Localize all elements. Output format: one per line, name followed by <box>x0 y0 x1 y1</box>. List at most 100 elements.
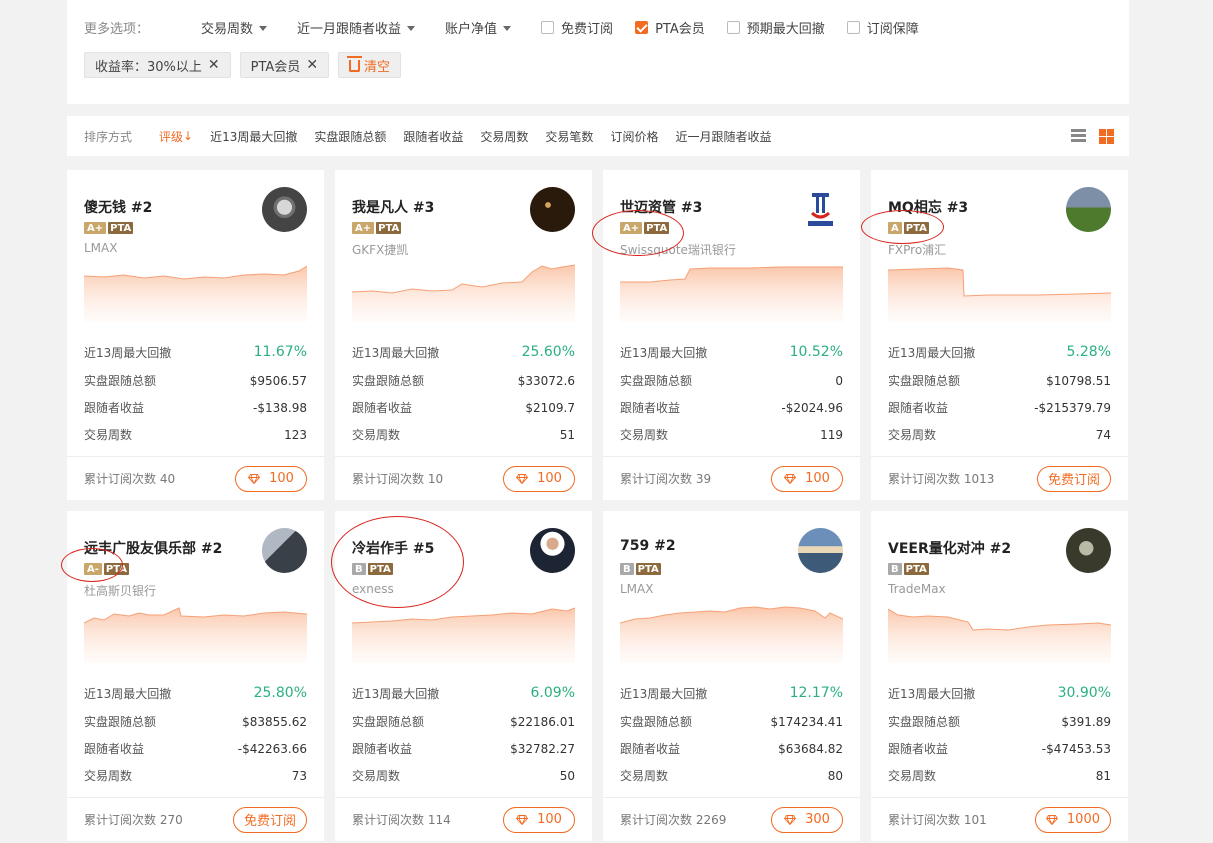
stat-value: $32782.27 <box>510 741 575 756</box>
checkbox-free-subscription[interactable]: 免费订阅 <box>541 18 613 37</box>
avatar[interactable] <box>798 187 843 232</box>
avatar[interactable] <box>262 187 307 232</box>
trader-name[interactable]: VEER量化对冲 #2 <box>888 538 1011 558</box>
avatar[interactable] <box>1066 528 1111 573</box>
strategy-card[interactable]: 傻无钱 #2 A+ PTA LMAX 近13周最大回撤 11.67% 实盘跟随总额… <box>67 170 324 500</box>
trader-name[interactable]: 远丰广股友俱乐部 #2 <box>84 538 222 558</box>
sort-price[interactable]: 订阅价格 <box>610 128 658 145</box>
stat-label: 跟随者收益 <box>620 742 681 756</box>
grid-view-icon[interactable] <box>1099 129 1114 144</box>
card-footer: 累计订阅次数 39 100 <box>603 456 860 500</box>
caret-down-icon <box>503 25 512 31</box>
checkbox-box-checked[interactable] <box>635 20 649 34</box>
stat-value: 6.09% <box>530 685 575 701</box>
sort-rating[interactable]: 评级 ↓ <box>159 128 193 145</box>
sort-month-profit[interactable]: 近一月跟随者收益 <box>675 128 771 145</box>
broker-name: TradeMax <box>888 582 946 596</box>
view-toggle <box>1071 129 1114 144</box>
subscribe-price-button[interactable]: 300 <box>771 806 843 833</box>
stat-value: 0 <box>835 373 843 388</box>
sort-drawdown[interactable]: 近13周最大回撤 <box>210 128 297 145</box>
strategy-card[interactable]: VEER量化对冲 #2 B PTA TradeMax 近13周最大回撤 30.90… <box>871 511 1128 841</box>
clear-filters-button[interactable]: 清空 <box>338 52 402 78</box>
trader-name[interactable]: MQ相忘 #3 <box>888 197 968 217</box>
strategy-card[interactable]: MQ相忘 #3 A PTA FXPro浦汇 近13周最大回撤 5.28% 实盘跟随… <box>871 170 1128 500</box>
diamond-icon <box>784 473 797 484</box>
dropdown-label: 近一月跟随者收益 <box>297 21 402 37</box>
sort-follower-profit[interactable]: 跟随者收益 <box>403 128 463 145</box>
pta-badge: PTA <box>635 563 661 575</box>
sort-label: 排序方式 <box>84 129 133 144</box>
stat-total-follow: 实盘跟随总额 $10798.51 <box>888 367 1111 394</box>
subscribe-price-button[interactable]: 100 <box>503 806 575 833</box>
dropdown-account-equity[interactable]: 账户净值 <box>445 18 512 37</box>
stat-value: 123 <box>284 427 307 442</box>
stat-label: 近13周最大回撤 <box>352 686 440 701</box>
price-label: 100 <box>537 812 562 827</box>
subscribe-price-button[interactable]: 100 <box>771 465 843 492</box>
checkbox-subscription-guarantee[interactable]: 订阅保障 <box>846 18 919 37</box>
stat-value: 5.28% <box>1066 344 1111 360</box>
subscribe-price-button[interactable]: 100 <box>235 465 307 492</box>
subs-value: 2269 <box>695 813 727 827</box>
strategy-card[interactable]: 远丰广股友俱乐部 #2 A- PTA 杜高斯贝银行 近13周最大回撤 25.80%… <box>67 511 324 841</box>
sort-trade-count[interactable]: 交易笔数 <box>545 128 593 145</box>
strategy-card[interactable]: 冷岩作手 #5 B PTA exness 近13周最大回撤 6.09% 实盘跟随总… <box>335 511 592 841</box>
strategy-card[interactable]: 世迈资管 #3 A+ PTA Swissquote瑞讯银行 近13周最大回撤 10… <box>603 170 860 500</box>
free-subscribe-button[interactable]: 免费订阅 <box>1036 465 1111 492</box>
subs-value: 40 <box>159 472 176 486</box>
equity-curve-area <box>888 609 1111 663</box>
stat-label: 实盘跟随总额 <box>352 374 425 388</box>
avatar[interactable] <box>530 187 575 232</box>
badges: B PTA <box>620 563 661 575</box>
stat-value: 74 <box>1095 427 1111 442</box>
subscribe-price-button[interactable]: 1000 <box>1034 806 1111 833</box>
sort-rating-label: 评级 <box>159 129 184 144</box>
subs-prefix: 累计订阅次数 <box>620 813 693 827</box>
checkbox-pta-member[interactable]: PTA会员 <box>635 18 705 37</box>
dropdown-month-follower-profit[interactable]: 近一月跟随者收益 <box>297 18 416 37</box>
close-icon[interactable]: ✕ <box>208 57 220 73</box>
sort-trade-weeks[interactable]: 交易周数 <box>480 128 528 145</box>
stat-value: 50 <box>559 768 575 783</box>
checkbox-box[interactable] <box>541 20 555 34</box>
subs-prefix: 累计订阅次数 <box>888 472 961 486</box>
trader-name[interactable]: 759 #2 <box>620 538 676 554</box>
avatar[interactable] <box>530 528 575 573</box>
subscription-count: 累计订阅次数 114 <box>352 811 451 828</box>
checkbox-expected-max-drawdown[interactable]: 预期最大回撤 <box>726 18 825 37</box>
strategy-card[interactable]: 759 #2 B PTA LMAX 近13周最大回撤 12.17% 实盘跟随总额 $… <box>603 511 860 841</box>
stat-value: 51 <box>559 427 575 442</box>
trader-name[interactable]: 冷岩作手 #5 <box>352 538 434 558</box>
stat-value: $2109.7 <box>525 400 575 415</box>
card-footer: 累计订阅次数 114 100 <box>335 797 592 841</box>
subscribe-price-button[interactable]: 100 <box>503 465 575 492</box>
stat-trade-weeks: 交易周数 123 <box>84 421 307 448</box>
strategy-card[interactable]: 我是凡人 #3 A+ PTA GKFX捷凯 近13周最大回撤 25.60% 实盘跟… <box>335 170 592 500</box>
stats: 近13周最大回撤 11.67% 实盘跟随总额 $9506.57 跟随者收益 -$138… <box>84 337 307 448</box>
card-footer: 累计订阅次数 270 免费订阅 <box>67 797 324 841</box>
stat-label: 近13周最大回撤 <box>352 345 440 360</box>
checkbox-box[interactable] <box>726 20 740 34</box>
pta-badge: PTA <box>903 222 929 234</box>
price-label: 免费订阅 <box>1047 473 1100 488</box>
free-subscribe-button[interactable]: 免费订阅 <box>232 806 307 833</box>
avatar[interactable] <box>1066 187 1111 232</box>
trader-name[interactable]: 我是凡人 #3 <box>352 197 434 217</box>
subscription-count: 累计订阅次数 40 <box>84 470 175 487</box>
stat-drawdown: 近13周最大回撤 30.90% <box>888 678 1111 708</box>
avatar[interactable] <box>262 528 307 573</box>
diamond-icon <box>248 473 261 484</box>
avatar[interactable] <box>798 528 843 573</box>
trader-name[interactable]: 世迈资管 #3 <box>620 197 702 217</box>
badges: A- PTA <box>84 563 130 575</box>
active-filter-chips: 收益率：30%以上 ✕ PTA会员 ✕ 清空 <box>84 52 410 78</box>
checkbox-box[interactable] <box>846 20 860 34</box>
stat-value: -$215379.79 <box>1034 400 1111 415</box>
sort-total-follow[interactable]: 实盘跟随总额 <box>314 128 386 145</box>
close-icon[interactable]: ✕ <box>306 57 318 73</box>
list-view-icon[interactable] <box>1071 129 1086 142</box>
trader-name[interactable]: 傻无钱 #2 <box>84 197 152 217</box>
equity-curve-chart <box>352 607 575 663</box>
dropdown-trade-weeks[interactable]: 交易周数 <box>201 18 268 37</box>
